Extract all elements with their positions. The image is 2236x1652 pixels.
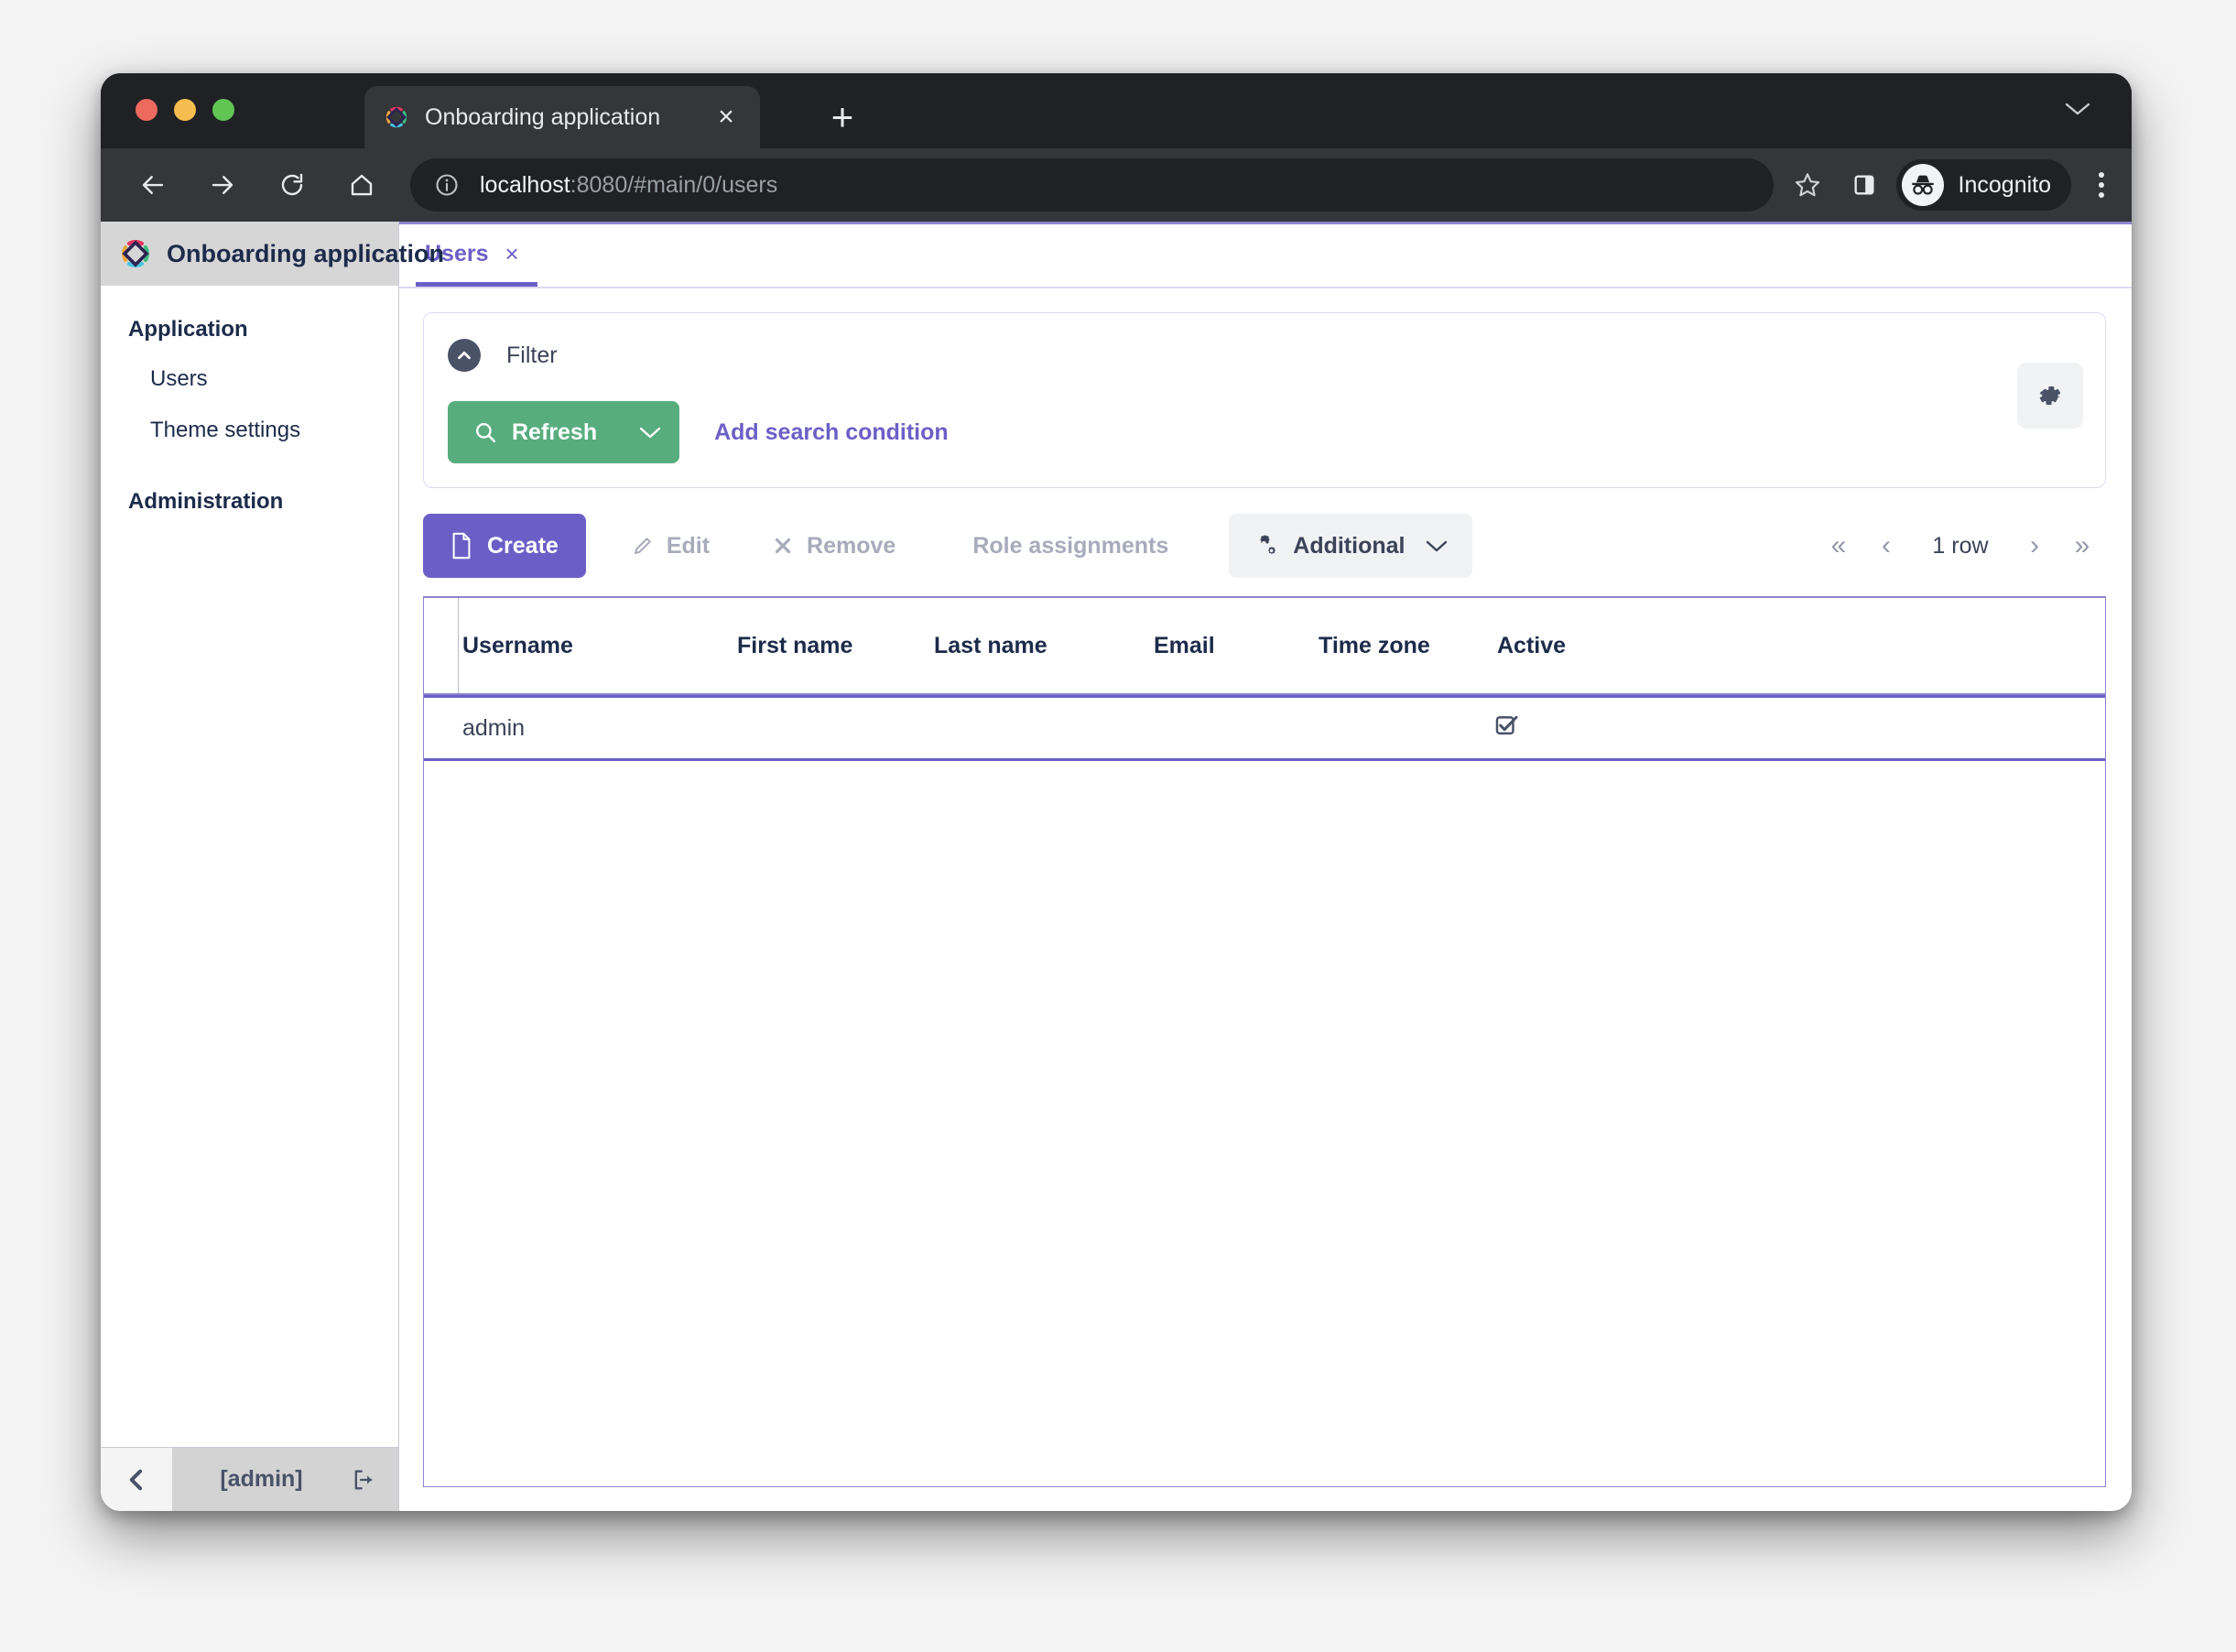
browser-toolbar: localhost:8080/#main/0/users Incognito xyxy=(101,148,2132,222)
table-select-all-cell[interactable] xyxy=(424,598,459,693)
cell-username: admin xyxy=(462,714,526,741)
page-viewport: Onboarding application Application Users… xyxy=(101,222,2132,1511)
action-toolbar: Create Edit Remove Role assignments Addi… xyxy=(423,514,2106,578)
profile-chip[interactable]: Incognito xyxy=(1895,159,2071,211)
document-icon xyxy=(452,532,471,560)
edit-button-label: Edit xyxy=(666,532,711,559)
chevron-up-circle-icon[interactable] xyxy=(448,339,481,372)
site-info-icon[interactable] xyxy=(434,172,460,198)
browser-tab[interactable]: Onboarding application × xyxy=(364,86,760,148)
refresh-button[interactable]: Refresh xyxy=(448,401,680,463)
remove-button-label: Remove xyxy=(807,532,896,559)
additional-button-label: Additional xyxy=(1293,532,1406,559)
pagination-last-button[interactable]: » xyxy=(2058,530,2106,561)
content-body: Filter Refresh Add search condition Crea… xyxy=(399,288,2132,1511)
pagination: « ‹ 1 row › » xyxy=(1815,530,2106,561)
address-bar[interactable]: localhost:8080/#main/0/users xyxy=(410,158,1774,212)
reload-icon[interactable] xyxy=(264,157,320,213)
side-panel-icon[interactable] xyxy=(1836,157,1893,213)
kebab-menu-icon[interactable] xyxy=(2071,157,2132,213)
maximize-window-button[interactable] xyxy=(212,99,234,121)
window-traffic-lights xyxy=(136,99,234,121)
address-bar-host: localhost xyxy=(480,171,570,198)
sidebar-footer: [admin] xyxy=(101,1447,398,1511)
column-header-active[interactable]: Active xyxy=(1493,598,2105,693)
home-icon[interactable] xyxy=(333,157,390,213)
incognito-icon xyxy=(1901,164,1944,206)
new-tab-button[interactable]: + xyxy=(824,98,861,136)
refresh-button-label: Refresh xyxy=(512,418,598,445)
content-tab-bar: Users × xyxy=(399,224,2132,288)
logout-icon[interactable] xyxy=(351,1467,376,1493)
column-header-email[interactable]: Email xyxy=(1150,598,1315,693)
address-bar-url: localhost:8080/#main/0/users xyxy=(480,172,777,199)
create-button[interactable]: Create xyxy=(423,514,586,578)
refresh-dropdown-toggle[interactable] xyxy=(621,401,679,463)
browser-tab-strip: Onboarding application × + xyxy=(101,73,2132,148)
app-diamond-logo-icon xyxy=(383,103,410,131)
pencil-icon xyxy=(634,538,651,554)
back-arrow-icon[interactable] xyxy=(125,157,181,213)
filter-actions: Refresh Add search condition xyxy=(448,401,2081,463)
edit-button[interactable]: Edit xyxy=(610,514,732,578)
role-assignments-button[interactable]: Role assignments xyxy=(950,514,1190,578)
table-header-row: Username First name Last name Email Time… xyxy=(424,598,2105,695)
pagination-row-count: 1 row xyxy=(1932,532,1989,559)
sidebar-group-application[interactable]: Application xyxy=(101,317,398,342)
remove-button[interactable]: Remove xyxy=(750,514,917,578)
sidebar-item-theme-settings[interactable]: Theme settings xyxy=(101,418,398,443)
add-search-condition-link[interactable]: Add search condition xyxy=(714,419,949,446)
sidebar-group-administration[interactable]: Administration xyxy=(101,489,398,515)
x-icon xyxy=(775,538,791,554)
close-icon[interactable]: × xyxy=(711,103,742,131)
gears-icon xyxy=(1260,535,1275,554)
chevron-down-icon[interactable] xyxy=(2064,99,2091,123)
filter-panel: Filter Refresh Add search condition xyxy=(423,312,2106,488)
column-header-username[interactable]: Username xyxy=(459,598,733,693)
table-body: admin xyxy=(424,695,2105,1486)
address-bar-path: :8080/#main/0/users xyxy=(570,171,778,198)
column-header-last-name[interactable]: Last name xyxy=(930,598,1150,693)
gear-icon[interactable] xyxy=(2017,363,2083,429)
table-row[interactable]: admin xyxy=(424,695,2105,761)
profile-label: Incognito xyxy=(1958,171,2051,198)
app-sidebar: Onboarding application Application Users… xyxy=(101,222,444,1511)
column-header-time-zone[interactable]: Time zone xyxy=(1315,598,1493,693)
refresh-button-main[interactable]: Refresh xyxy=(448,401,621,463)
pagination-prev-button[interactable]: ‹ xyxy=(1862,530,1910,561)
sidebar-nav: Application Users Theme settings Adminis… xyxy=(101,286,398,1447)
pagination-next-button[interactable]: › xyxy=(2011,530,2058,561)
browser-window: Onboarding application × + localhost:808… xyxy=(101,73,2132,1511)
current-user-label: [admin] xyxy=(220,1466,303,1492)
sidebar-header: Onboarding application xyxy=(101,222,444,286)
cell-active xyxy=(1493,712,2105,744)
pagination-first-button[interactable]: « xyxy=(1815,530,1862,561)
bookmark-star-icon[interactable] xyxy=(1779,157,1836,213)
sidebar-item-users[interactable]: Users xyxy=(101,366,398,392)
close-window-button[interactable] xyxy=(136,99,157,121)
checkbox-checked-icon xyxy=(1493,712,1519,744)
app-content: Users × Filter Refresh Add search condit… xyxy=(399,222,2132,1511)
role-assignments-label: Role assignments xyxy=(972,532,1169,559)
filter-title: Filter xyxy=(506,342,558,368)
page-title: Onboarding application xyxy=(167,239,444,267)
search-icon xyxy=(476,423,496,443)
filter-header: Filter xyxy=(448,335,2081,375)
sidebar-user-bar: [admin] xyxy=(172,1448,398,1511)
additional-dropdown-button[interactable]: Additional xyxy=(1229,514,1473,578)
app-diamond-logo-icon xyxy=(117,235,154,272)
column-header-first-name[interactable]: First name xyxy=(733,598,930,693)
create-button-label: Create xyxy=(487,532,559,559)
users-table: Username First name Last name Email Time… xyxy=(423,596,2106,1487)
minimize-window-button[interactable] xyxy=(174,99,196,121)
browser-tab-title: Onboarding application xyxy=(425,103,661,130)
chevron-down-icon[interactable] xyxy=(1425,538,1449,553)
forward-arrow-icon[interactable] xyxy=(194,157,251,213)
chevron-left-icon[interactable] xyxy=(101,1448,172,1511)
chevron-down-icon xyxy=(639,427,661,439)
close-icon[interactable]: × xyxy=(505,240,519,268)
